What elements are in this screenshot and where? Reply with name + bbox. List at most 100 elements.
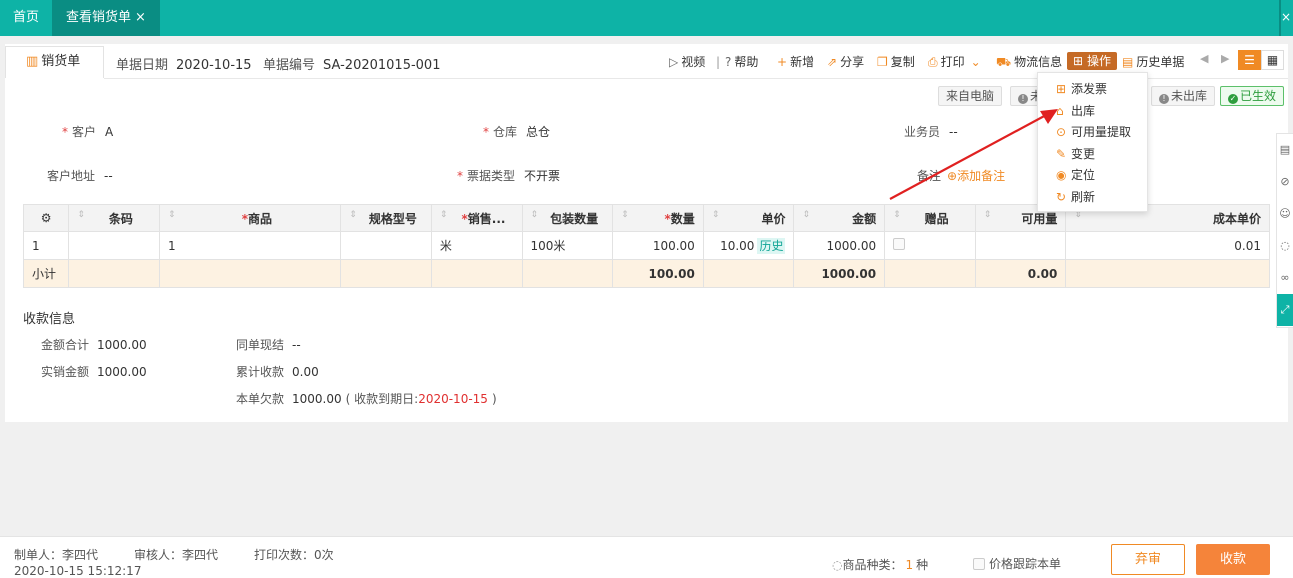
add-label: 新增 — [790, 55, 815, 69]
menu-label: 定位 — [1071, 168, 1096, 183]
column-product[interactable]: ⇕ *商品 — [158, 204, 342, 232]
kinds-label: 商品种类： — [842, 558, 903, 572]
cell-amount: 1000.00 — [793, 231, 886, 260]
subtotal-cell — [702, 259, 795, 288]
cell-gift — [884, 231, 976, 260]
share-icon: ⇗ — [827, 55, 838, 69]
product-kinds: ◌商品种类： 1 种 — [832, 556, 928, 573]
chevron-down-icon[interactable]: ⌄ — [971, 55, 981, 69]
subtotal-cell — [1065, 259, 1270, 288]
required-mark: * — [457, 169, 463, 183]
sort-icon[interactable]: ⇕ — [802, 210, 810, 220]
actual-amount: 实销金额 1000.00 — [41, 363, 147, 380]
copy-button[interactable]: ❐ 复制 — [877, 52, 915, 72]
print-button[interactable]: ⎙ 打印 ⌄ — [928, 52, 981, 72]
due-date: 2020-10-15 — [418, 392, 488, 406]
sort-icon[interactable]: ⇕ — [984, 210, 992, 220]
video-button[interactable]: ▷ 视频 — [669, 52, 705, 72]
price-history-link[interactable]: 历史 — [757, 238, 786, 254]
column-barcode[interactable]: ⇕ 条码 — [68, 204, 160, 232]
column-qty[interactable]: ⇕ *数量 — [612, 204, 704, 232]
sort-icon[interactable]: ⇕ — [531, 210, 539, 220]
history-button[interactable]: ▤ 历史单据 — [1122, 52, 1184, 72]
history-label: 历史单据 — [1136, 55, 1185, 69]
sort-icon[interactable]: ⇕ — [77, 210, 85, 220]
column-price[interactable]: ⇕ 单价 — [702, 204, 795, 232]
close-icon[interactable]: × — [135, 10, 146, 25]
note-icon[interactable]: ▤ — [1277, 134, 1293, 166]
expand-icon[interactable]: ⤢ — [1277, 294, 1293, 326]
add-button[interactable]: + 新增 — [777, 52, 814, 72]
receive-payment-button[interactable]: 收款 — [1196, 544, 1270, 575]
price-track-toggle[interactable]: 价格跟踪本单 — [973, 555, 1061, 572]
list-view-icon[interactable]: ☰ — [1238, 50, 1261, 70]
close-all-icon[interactable]: × — [1281, 10, 1291, 24]
subtotal-cell — [430, 259, 523, 288]
column-pack-qty[interactable]: ⇕ 包装数量 — [521, 204, 614, 232]
prev-arrow-icon[interactable]: ◀ — [1200, 52, 1208, 65]
line-items-table: ⚙ ⇕ 条码 ⇕ *商品 ⇕ 规格型号 ⇕ *销售... ⇕ 包装数量 ⇕ *数量 ⇕ 单价 … — [22, 204, 1270, 288]
date-value: 2020-10-15 — [176, 58, 252, 73]
subtotal-label: 小计 — [22, 259, 70, 288]
menu-label: 可用量提取 — [1071, 125, 1132, 140]
menu-label: 变更 — [1071, 146, 1096, 161]
invoice-type-label: 票据类型 — [467, 169, 516, 183]
abandon-audit-button[interactable]: 弃审 — [1111, 544, 1185, 575]
customer-field: * 客户 A — [62, 123, 113, 140]
operation-label: 操作 — [1086, 54, 1111, 68]
print-label: 打印 — [940, 55, 965, 69]
doc-type-tab[interactable]: ▥ 销货单 — [5, 46, 104, 78]
header-label: 规格型号 — [368, 211, 417, 226]
annotation-arrow — [889, 109, 1058, 200]
message-icon[interactable]: ◌ — [1277, 230, 1293, 262]
sort-icon[interactable]: ⇕ — [168, 210, 176, 220]
doc-type-label: 销货单 — [41, 54, 81, 69]
owed-amount: 本单欠款 1000.00( 收款到期日:2020-10-15) — [236, 390, 497, 407]
total-label: 金额合计 — [41, 338, 90, 352]
help-button[interactable]: ? 帮助 — [725, 52, 758, 72]
header-label: 单价 — [761, 211, 786, 226]
price-track-checkbox[interactable] — [973, 558, 985, 570]
sort-icon[interactable]: ⇕ — [712, 210, 720, 220]
bar-chart-icon: ▥ — [26, 54, 39, 69]
collected-label: 累计收款 — [236, 365, 285, 379]
operation-button[interactable]: ⊞ 操作 — [1067, 52, 1117, 70]
logistics-button[interactable]: ⛟ 物流信息 — [996, 52, 1062, 72]
column-amount[interactable]: ⇕ 金额 — [793, 204, 886, 232]
truck-icon: ⛟ — [996, 55, 1012, 69]
same-settle: 同单现结 -- — [236, 336, 301, 353]
required-mark: * — [483, 125, 489, 139]
gift-checkbox[interactable] — [893, 238, 906, 250]
menu-label: 出库 — [1071, 103, 1096, 118]
total-value: 1000.00 — [97, 338, 147, 352]
address-field: 客户地址 -- — [47, 167, 113, 184]
header-label: 包装数量 — [550, 211, 599, 226]
attachment-icon[interactable]: ⊘ — [1277, 166, 1293, 198]
link-icon[interactable]: ∞ — [1277, 262, 1293, 294]
menu-item-add-invoice[interactable]: ⊞ 添发票 — [1038, 79, 1147, 101]
column-spec[interactable]: ⇕ 规格型号 — [340, 204, 432, 232]
sort-icon[interactable]: ⇕ — [440, 210, 448, 220]
settings-gear-icon[interactable]: ⚙ — [22, 204, 70, 232]
subtotal-row: 小计 100.00 1000.00 0.00 — [22, 259, 1270, 288]
address-label: 客户地址 — [47, 169, 96, 183]
top-tab-bar: 首页 查看销货单 × × — [0, 0, 1293, 36]
next-arrow-icon[interactable]: ▶ — [1221, 52, 1229, 65]
date-label: 单据日期 — [116, 58, 169, 73]
smile-icon[interactable]: ☺ — [1277, 198, 1293, 230]
sort-icon[interactable]: ⇕ — [893, 210, 901, 220]
not-out-badge: ! 未出库 — [1151, 86, 1216, 106]
table-row[interactable]: 1 1 米 100米 100.00 10.00 历史 1000.00 0.01 — [22, 231, 1270, 260]
cell-product: 1 — [158, 231, 342, 260]
share-button[interactable]: ⇗ 分享 — [827, 52, 864, 72]
card-view-icon[interactable]: ▦ — [1261, 50, 1284, 70]
sort-icon[interactable]: ⇕ — [621, 210, 629, 220]
tab-home[interactable]: 首页 — [0, 0, 52, 36]
subtotal-cell — [521, 259, 614, 288]
video-label: 视频 — [681, 55, 706, 69]
copy-icon: ❐ — [877, 55, 888, 69]
column-sales-unit[interactable]: ⇕ *销售... — [430, 204, 523, 232]
subtotal-qty: 100.00 — [612, 259, 704, 288]
sort-icon[interactable]: ⇕ — [349, 210, 357, 220]
tab-view-sales-order[interactable]: 查看销货单 × — [52, 0, 160, 36]
